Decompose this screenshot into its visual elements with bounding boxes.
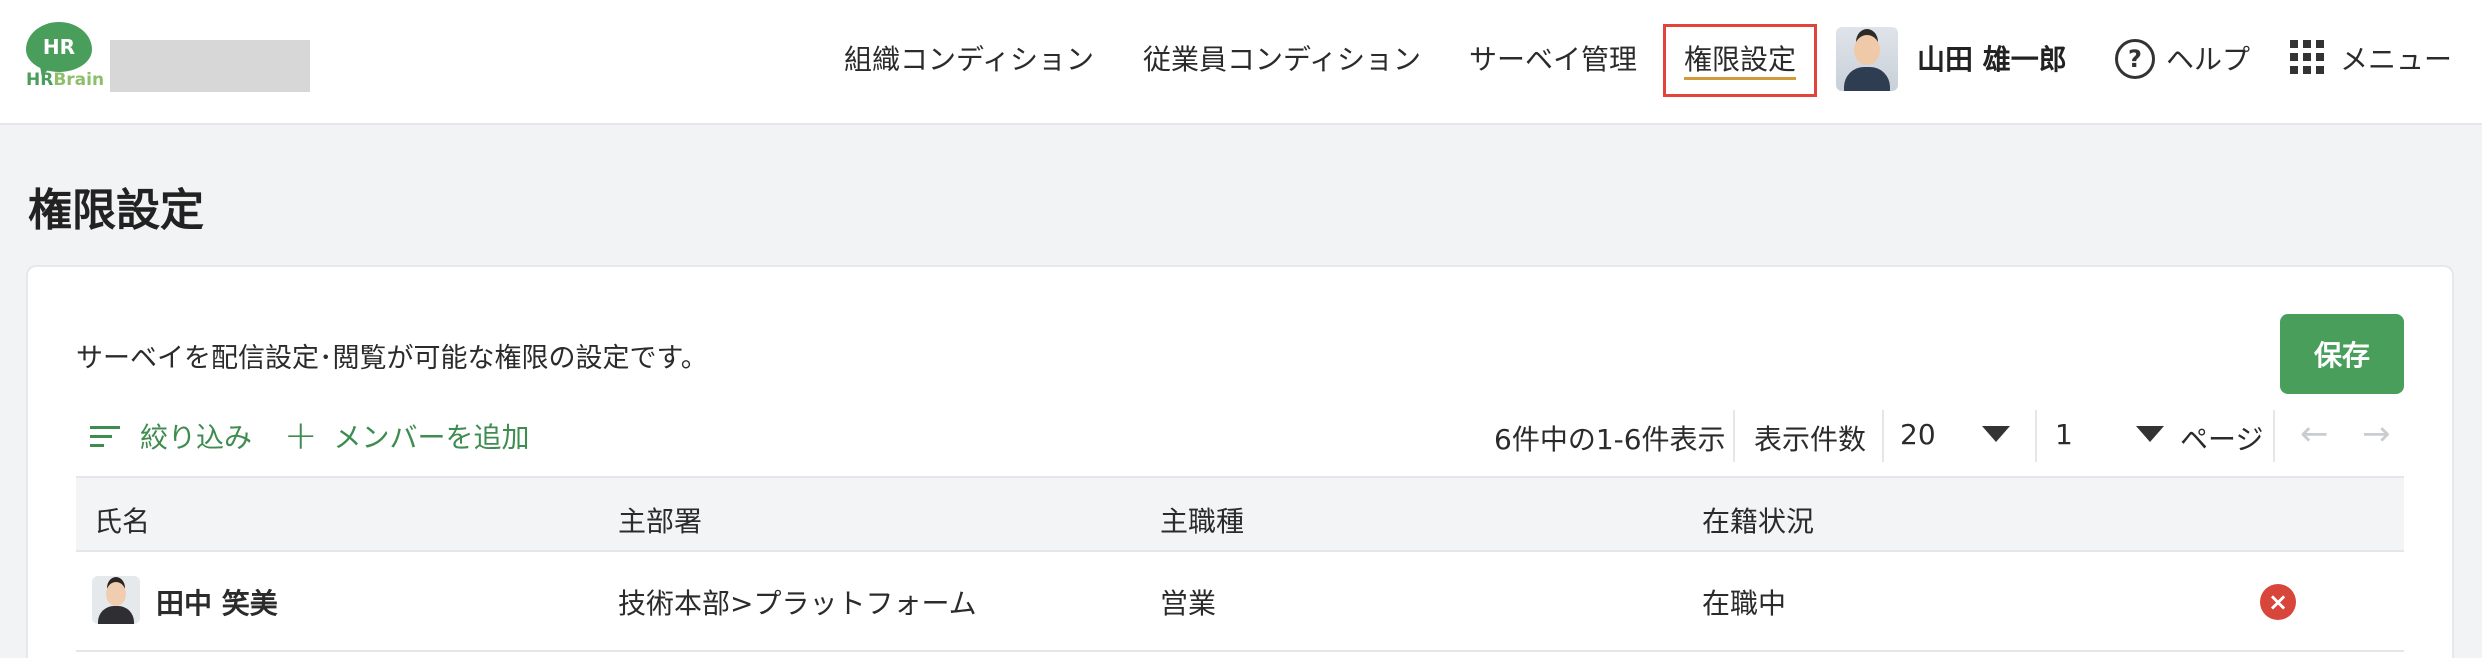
pager-divider — [2035, 410, 2037, 462]
logo-wordmark: HRBrain — [26, 70, 104, 90]
page-unit-label: ページ — [2180, 423, 2264, 456]
organization-name-redacted — [110, 40, 310, 92]
grid-dot — [2316, 66, 2324, 74]
result-range: 6件中の1-6件表示 — [1494, 423, 1726, 456]
pager-divider — [2273, 410, 2275, 462]
grid-dot — [2316, 53, 2324, 61]
member-job-type: 営業 — [1160, 587, 1217, 620]
avatar-body — [98, 606, 134, 624]
arrow-left-icon[interactable]: ← — [2300, 414, 2329, 454]
column-header-status[interactable]: 在籍状況 — [1702, 500, 1814, 540]
save-button[interactable]: 保存 — [2280, 314, 2404, 394]
grid-dot — [2316, 40, 2324, 48]
grid-dot — [2290, 40, 2298, 48]
grid-dot — [2303, 53, 2311, 61]
member-status: 在職中 — [1702, 587, 1787, 620]
logo-word-dark: HR — [26, 70, 54, 90]
page-select[interactable]: 1 — [2055, 418, 2073, 451]
per-page-label: 表示件数 — [1754, 423, 1867, 456]
avatar-body — [1844, 67, 1890, 91]
add-member-label: メンバーを追加 — [333, 421, 530, 454]
grid-dot — [2290, 53, 2298, 61]
filter-label: 絞り込み — [140, 421, 253, 454]
column-header-job-type[interactable]: 主職種 — [1160, 500, 1244, 540]
filter-icon — [90, 424, 122, 448]
grid-dot — [2303, 40, 2311, 48]
pager-divider — [1733, 410, 1735, 462]
menu-link[interactable]: メニュー — [2340, 38, 2452, 78]
table-row[interactable]: 田中 笑美 技術本部>プラットフォーム 営業 在職中 × — [76, 552, 2404, 652]
logo-word-light: Brain — [53, 70, 105, 90]
table-header: 氏名 主部署 主職種 在籍状況 — [76, 476, 2404, 552]
avatar-head — [106, 582, 126, 606]
per-page-select[interactable]: 20 — [1900, 418, 1936, 451]
member-department: 技術本部>プラットフォーム — [618, 587, 977, 620]
grid-icon[interactable] — [2290, 40, 2324, 74]
help-link[interactable]: ヘルプ — [2166, 38, 2250, 78]
page-title: 権限設定 — [28, 185, 204, 236]
add-member-button[interactable]: + メンバーを追加 — [284, 413, 530, 459]
user-name[interactable]: 山田 雄一郎 — [1917, 38, 2067, 78]
arrow-right-icon[interactable]: → — [2362, 414, 2391, 454]
hrbrain-logo[interactable]: HR HRBrain — [26, 22, 104, 92]
grid-dot — [2303, 66, 2311, 74]
avatar-head — [1854, 35, 1880, 65]
question-circle-icon[interactable]: ? — [2115, 39, 2155, 79]
plus-icon: + — [284, 413, 318, 459]
column-header-name[interactable]: 氏名 — [94, 500, 150, 540]
nav-permission-settings[interactable]: 権限設定 — [1684, 38, 1796, 78]
avatar — [92, 576, 140, 624]
remove-member-icon[interactable]: × — [2260, 584, 2296, 620]
nav-survey-admin[interactable]: サーベイ管理 — [1469, 38, 1637, 78]
column-header-department[interactable]: 主部署 — [618, 500, 702, 540]
nav-org-condition[interactable]: 組織コンディション — [844, 38, 1094, 78]
pager-divider — [1882, 410, 1884, 462]
page-description: サーベイを配信設定･閲覧が可能な権限の設定です。 — [76, 343, 708, 374]
top-header: HR HRBrain 組織コンディション 従業員コンディション サーベイ管理 権… — [0, 0, 2482, 125]
nav-employee-condition[interactable]: 従業員コンディション — [1143, 38, 1421, 78]
grid-dot — [2290, 66, 2298, 74]
nav-active-underline — [1684, 77, 1796, 80]
user-avatar[interactable] — [1836, 27, 1898, 91]
chevron-down-icon[interactable] — [2136, 426, 2164, 442]
filter-button[interactable]: 絞り込み — [90, 418, 252, 454]
member-name: 田中 笑美 — [156, 587, 278, 620]
chevron-down-icon[interactable] — [1982, 426, 2010, 442]
